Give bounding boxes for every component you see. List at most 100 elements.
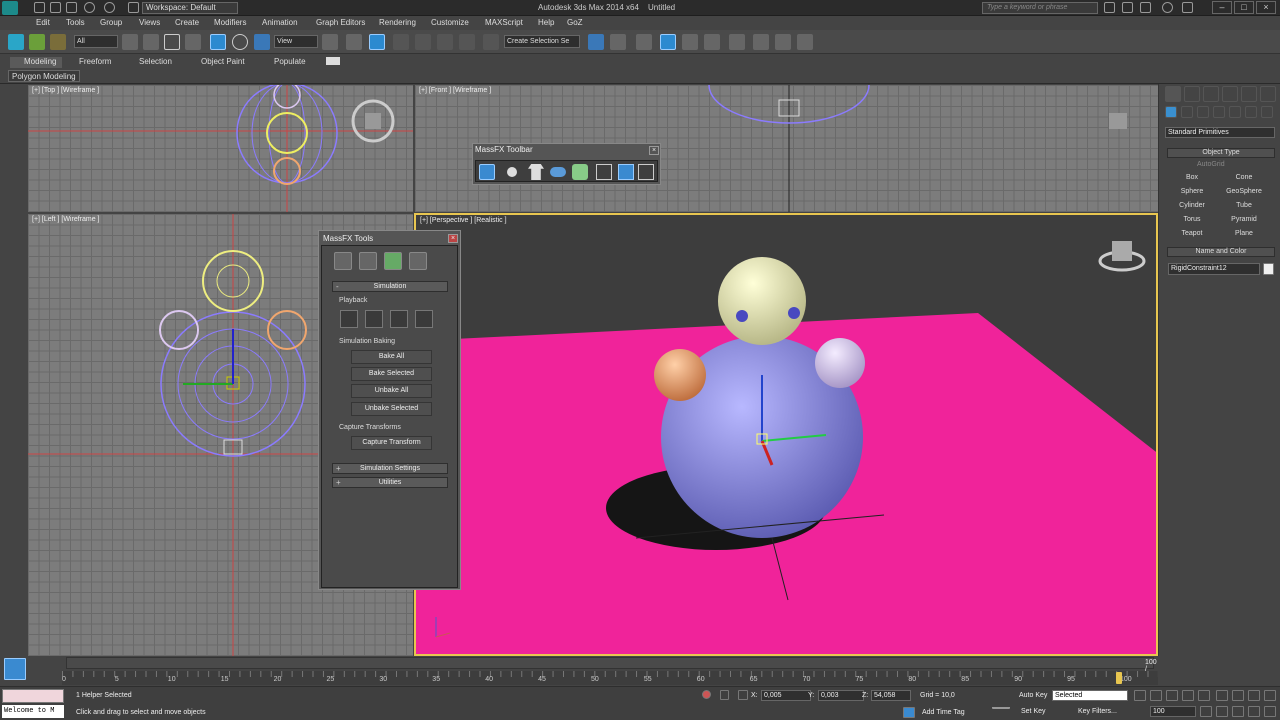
snaps-toggle-icon[interactable] — [393, 34, 409, 50]
new-file-icon[interactable] — [34, 2, 45, 13]
unbake-selected-button[interactable]: Unbake Selected — [351, 402, 432, 416]
search-input[interactable]: Type a keyword or phrase — [982, 2, 1098, 14]
viewport-perspective[interactable]: [+] [Perspective ] [Realistic ] — [414, 213, 1158, 656]
lights-icon[interactable] — [1197, 106, 1209, 118]
step-simulation-icon[interactable] — [638, 164, 654, 180]
ref-coord-dropdown[interactable]: View — [274, 35, 318, 48]
primitive-category-dropdown[interactable]: Standard Primitives — [1165, 127, 1275, 138]
massfx-tools-title[interactable]: MassFX Tools — [323, 234, 373, 243]
selection-filter-dropdown[interactable]: All — [74, 35, 118, 48]
ragdoll-icon[interactable] — [572, 164, 588, 180]
display-tab-icon[interactable] — [1241, 86, 1257, 102]
current-frame-field[interactable]: 100 — [1150, 706, 1196, 717]
systems-icon[interactable] — [1261, 106, 1273, 118]
schematic-view-icon[interactable] — [704, 34, 720, 50]
rigid-body-icon[interactable] — [507, 167, 517, 177]
zoom-icon[interactable] — [1216, 690, 1228, 701]
current-frame-marker[interactable] — [1116, 672, 1122, 684]
keyboard-shortcut-icon[interactable] — [369, 34, 385, 50]
render-production-icon[interactable] — [797, 34, 813, 50]
layer-manager-icon[interactable] — [636, 34, 652, 50]
tube-button[interactable]: Tube — [1220, 200, 1268, 212]
cloth-icon[interactable] — [528, 164, 544, 180]
cameras-icon[interactable] — [1213, 106, 1225, 118]
prev-frame-icon[interactable] — [1150, 690, 1162, 701]
simulation-rollout[interactable]: - Simulation — [332, 281, 448, 292]
next-frame-icon[interactable] — [1182, 690, 1194, 701]
mirror-icon[interactable] — [588, 34, 604, 50]
unlink-icon[interactable] — [29, 34, 45, 50]
zoom-extents-all-icon[interactable] — [1264, 690, 1276, 701]
auto-key-button[interactable]: Auto Key — [1019, 692, 1047, 699]
time-tag-icon[interactable] — [903, 707, 915, 718]
menu-modifiers[interactable]: Modifiers — [214, 18, 246, 27]
menu-help[interactable]: Help — [538, 18, 554, 27]
open-file-icon[interactable] — [50, 2, 61, 13]
project-folder-icon[interactable] — [128, 2, 139, 13]
edit-named-selection-icon[interactable] — [483, 34, 499, 50]
capture-transform-button[interactable]: Capture Transform — [351, 436, 432, 450]
maxscript-listener-field[interactable] — [2, 689, 64, 703]
key-mode-dropdown[interactable]: Selected — [1052, 690, 1128, 701]
set-key-button[interactable]: Set Key — [1021, 708, 1046, 715]
close-button[interactable]: × — [1256, 1, 1276, 14]
autogrid-checkbox[interactable]: AutoGrid — [1197, 161, 1225, 168]
massfx-tools-icon[interactable] — [479, 164, 495, 180]
bake-all-button[interactable]: Bake All — [351, 350, 432, 364]
geosphere-button[interactable]: GeoSphere — [1220, 186, 1268, 198]
window-crossing-icon[interactable] — [185, 34, 201, 50]
bind-spacewarp-icon[interactable] — [50, 34, 66, 50]
minimize-button[interactable]: – — [1212, 1, 1232, 14]
play-icon[interactable] — [1166, 690, 1178, 701]
create-tab-icon[interactable] — [1165, 86, 1181, 102]
app-logo-icon[interactable] — [2, 1, 18, 15]
link-icon[interactable] — [8, 34, 24, 50]
ribbon-tab-object-paint[interactable]: Object Paint — [201, 57, 245, 68]
orbit-icon[interactable] — [1248, 706, 1260, 717]
ribbon-tab-freeform[interactable]: Freeform — [79, 57, 111, 68]
helpers-icon[interactable] — [1229, 106, 1241, 118]
massfx-toolbar-close-button[interactable]: × — [649, 146, 659, 155]
angle-snap-icon[interactable] — [415, 34, 431, 50]
pyramid-button[interactable]: Pyramid — [1220, 214, 1268, 226]
motion-tab-icon[interactable] — [1222, 86, 1238, 102]
key-mode-toggle-icon[interactable] — [1200, 706, 1212, 717]
viewport-layout-icon[interactable] — [4, 658, 26, 680]
named-selection-dropdown[interactable]: Create Selection Se — [504, 35, 580, 48]
step-simulation-button[interactable] — [415, 310, 433, 328]
object-type-rollout[interactable]: Object Type — [1167, 148, 1275, 158]
play-simulation-icon[interactable] — [618, 164, 634, 180]
menu-customize[interactable]: Customize — [431, 18, 469, 27]
key-filters-button[interactable]: Key Filters... — [1078, 708, 1117, 715]
menu-tools[interactable]: Tools — [66, 18, 85, 27]
binoculars-icon[interactable] — [1104, 2, 1115, 13]
world-parameters-tab-icon[interactable] — [334, 252, 352, 270]
rect-selection-icon[interactable] — [164, 34, 180, 50]
pan-view-icon[interactable] — [1232, 706, 1244, 717]
render-setup-icon[interactable] — [753, 34, 769, 50]
redo-icon[interactable] — [104, 2, 115, 13]
x-coord-field[interactable]: 0,005 — [761, 690, 811, 701]
polygon-modeling-panel[interactable]: Polygon Modeling — [8, 70, 80, 82]
help-circle-icon[interactable] — [1162, 2, 1173, 13]
goto-end-icon[interactable] — [1198, 690, 1210, 701]
utilities-tab-icon[interactable] — [1260, 86, 1276, 102]
menu-rendering[interactable]: Rendering — [379, 18, 416, 27]
maxscript-welcome[interactable]: Welcome to M — [2, 705, 64, 718]
massfx-tools-close-button[interactable]: × — [448, 234, 458, 243]
object-name-field[interactable]: RigidConstraint12 — [1168, 263, 1260, 275]
selection-lock-icon[interactable] — [720, 690, 729, 700]
key-icon[interactable] — [992, 695, 1010, 709]
start-simulation-button[interactable] — [365, 310, 383, 328]
menu-create[interactable]: Create — [175, 18, 199, 27]
sphere-button[interactable]: Sphere — [1168, 186, 1216, 198]
goto-start-icon[interactable] — [1134, 690, 1146, 701]
z-coord-field[interactable]: 54,058 — [871, 690, 911, 701]
help-icon[interactable] — [1140, 2, 1151, 13]
spinner-snap-icon[interactable] — [459, 34, 475, 50]
massfx-tools-window[interactable]: MassFX Tools × - Simulation Playback Simu… — [318, 230, 461, 590]
undo-icon[interactable] — [84, 2, 95, 13]
cone-button[interactable]: Cone — [1220, 172, 1268, 184]
time-slider[interactable]: 100 / 100 — [66, 657, 1157, 680]
ribbon-options-icon[interactable] — [326, 57, 340, 65]
